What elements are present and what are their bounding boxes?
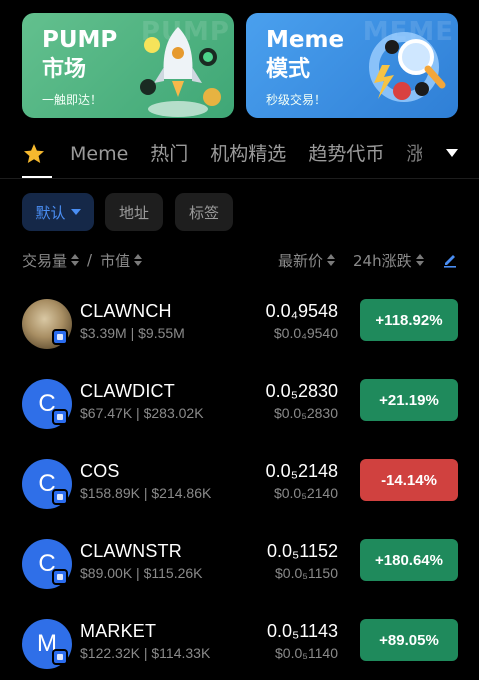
pencil-icon[interactable] [442, 252, 458, 268]
tab-trending-tokens[interactable]: 趋势代币 [308, 139, 384, 169]
banner-title: PUMP [42, 27, 118, 53]
token-volume: $158.89K [80, 485, 140, 501]
token-price: 0.0₅2148 [265, 461, 338, 481]
token-row[interactable]: M MARKET $122.32K | $114.33K 0.0₅1143 $0… [0, 607, 479, 680]
chevron-down-icon[interactable] [444, 146, 460, 160]
tab-meme[interactable]: Meme [70, 139, 128, 169]
token-symbol: MARKET [80, 621, 157, 641]
token-stats: $3.39M | $9.55M [80, 325, 185, 341]
token-stats: $122.32K | $114.33K [80, 645, 211, 661]
tab-institutional-picks[interactable]: 机构精选 [210, 139, 286, 169]
chip-label: 标签 [188, 203, 219, 222]
banner-subtitle: 一触即达！ [42, 93, 103, 107]
banner-title-secondary: 模式 [266, 57, 311, 82]
token-row[interactable]: C COS $158.89K | $214.86K 0.0₅2148 $0.0₅… [0, 447, 479, 527]
change-badge: -14.14% [360, 459, 458, 501]
token-price-usd: $0.0₄9540 [273, 325, 338, 341]
token-stats: $89.00K | $115.26K [80, 565, 203, 581]
rocket-illustration-icon [140, 27, 221, 117]
address-filter-button[interactable]: 地址 [105, 193, 163, 231]
column-price-label: 最新价 [278, 251, 324, 270]
sort-icon [415, 254, 424, 266]
column-change-label: 24h涨跌 [353, 251, 412, 270]
star-icon[interactable] [22, 142, 46, 166]
lightning-magnifier-illustration-icon [369, 32, 446, 102]
token-market-cap: $9.55M [138, 325, 185, 341]
token-stats: $67.47K | $283.02K [80, 405, 204, 421]
caret-down-icon [70, 209, 81, 215]
token-symbol: CLAWNSTR [80, 541, 182, 561]
chain-badge-icon [52, 569, 68, 585]
tags-filter-button[interactable]: 标签 [175, 193, 233, 231]
change-badge: +21.19% [360, 379, 458, 421]
chain-badge-icon [52, 489, 68, 505]
change-badge: +89.05% [360, 619, 458, 661]
meme-mode-banner[interactable]: MEME Meme 模式 秒级交易！ [246, 13, 458, 118]
default-sort-button[interactable]: 默认 [22, 193, 94, 231]
banner-title: Meme [266, 27, 345, 53]
change-badge: +180.64% [360, 539, 458, 581]
pump-market-banner[interactable]: PUMP PUMP 市场 一触即达！ [22, 13, 234, 118]
token-market-cap: $283.02K [143, 405, 204, 421]
token-symbol: CLAWDICT [80, 381, 175, 401]
token-stats: $158.89K | $214.86K [80, 485, 212, 501]
token-market-cap: $214.86K [151, 485, 212, 501]
category-tabs: Meme 热门 机构精选 趋势代币 涨 [22, 138, 462, 170]
token-price-usd: $0.0₅1150 [275, 565, 338, 581]
token-volume: $3.39M [80, 325, 127, 341]
token-market-cap: $115.26K [143, 565, 203, 581]
token-symbol: CLAWNCH [80, 301, 172, 321]
sort-volume[interactable]: 交易量 [22, 250, 80, 271]
column-header-left: 交易量 / 市值 [22, 248, 143, 272]
column-market-cap-label: 市值 [100, 251, 131, 270]
chip-label: 默认 [35, 203, 66, 222]
sort-24h-change[interactable]: 24h涨跌 [353, 248, 424, 272]
token-volume: $89.00K [80, 565, 133, 581]
token-price: 0.0₅1143 [267, 621, 338, 641]
sort-icon [327, 254, 336, 266]
token-price: 0.0₅1152 [267, 541, 338, 561]
chain-badge-icon [52, 329, 68, 345]
column-separator: / [87, 251, 93, 269]
tab-hot[interactable]: 热门 [150, 139, 188, 169]
sort-icon [71, 254, 80, 266]
token-price-usd: $0.0₅2140 [273, 485, 338, 501]
token-market-cap: $114.33K [151, 645, 211, 661]
change-badge: +118.92% [360, 299, 458, 341]
sort-market-cap[interactable]: 市值 [100, 250, 143, 271]
banner-title-secondary: 市场 [42, 57, 87, 82]
token-row[interactable]: C CLAWDICT $67.47K | $283.02K 0.0₅2830 $… [0, 367, 479, 447]
sort-latest-price[interactable]: 最新价 [278, 248, 336, 272]
chain-badge-icon [52, 649, 68, 665]
tab-gainers[interactable]: 涨 [406, 139, 422, 169]
token-symbol: COS [80, 461, 120, 481]
token-volume: $122.32K [80, 645, 140, 661]
chip-label: 地址 [118, 203, 149, 222]
token-row[interactable]: C CLAWNSTR $89.00K | $115.26K 0.0₅1152 $… [0, 527, 479, 607]
column-volume-label: 交易量 [22, 251, 68, 270]
banner-subtitle: 秒级交易！ [266, 93, 327, 107]
token-price: 0.0₅2830 [265, 381, 338, 401]
token-price-usd: $0.0₅2830 [273, 405, 338, 421]
chain-badge-icon [52, 409, 68, 425]
token-price-usd: $0.0₅1140 [275, 645, 338, 661]
sort-icon [134, 254, 143, 266]
token-row[interactable]: CLAWNCH $3.39M | $9.55M 0.0₄9548 $0.0₄95… [0, 287, 479, 367]
token-volume: $67.47K [80, 405, 133, 421]
token-price: 0.0₄9548 [265, 301, 338, 321]
divider [0, 178, 479, 179]
